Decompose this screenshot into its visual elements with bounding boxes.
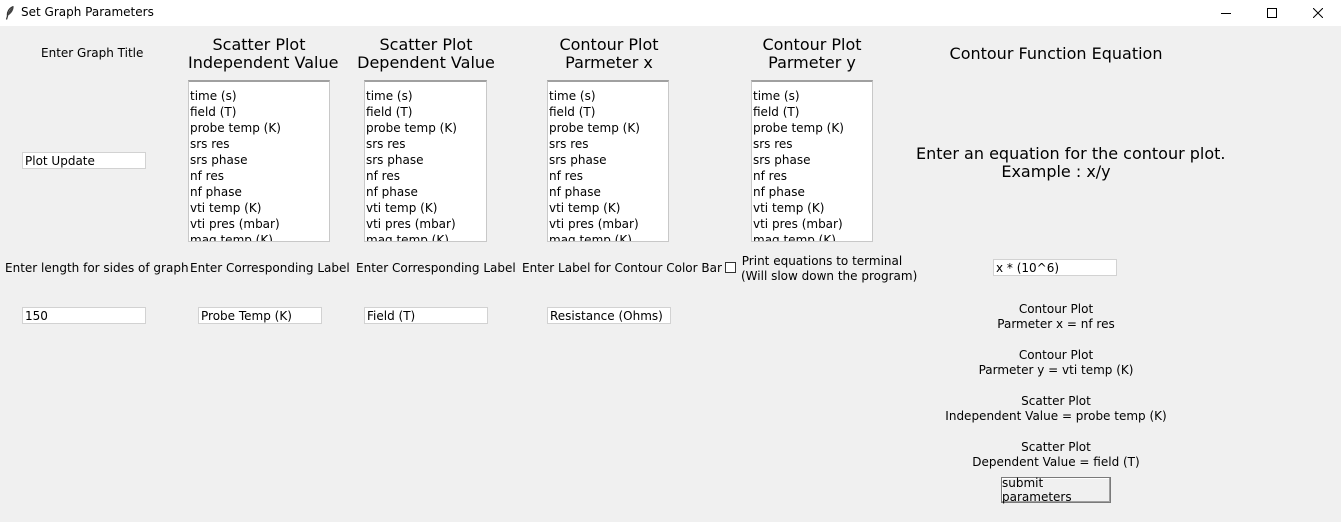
- list-item[interactable]: vti pres (mbar): [548, 216, 668, 232]
- list-item[interactable]: srs phase: [548, 152, 668, 168]
- list-item[interactable]: mag temp (K): [365, 232, 486, 241]
- scatter-independent-label-input[interactable]: Probe Temp (K): [198, 307, 322, 324]
- scatter-dependent-listbox[interactable]: time (s) field (T) probe temp (K) srs re…: [364, 80, 487, 242]
- contour-equation-heading: Contour Function Equation: [949, 44, 1163, 63]
- list-item[interactable]: field (T): [365, 104, 486, 120]
- side-length-input[interactable]: 150: [22, 307, 146, 324]
- scatter-dependent-heading: Scatter Plot Dependent Value: [357, 35, 495, 72]
- list-item[interactable]: nf res: [548, 168, 668, 184]
- window-titlebar: Set Graph Parameters: [0, 0, 1341, 26]
- list-item[interactable]: vti pres (mbar): [189, 216, 329, 232]
- print-equations-label: Print equations to terminal (Will slow d…: [741, 254, 918, 283]
- close-icon: [1313, 8, 1323, 18]
- list-item[interactable]: vti temp (K): [548, 200, 668, 216]
- maximize-button[interactable]: [1249, 0, 1295, 26]
- minimize-icon: [1221, 8, 1231, 18]
- list-item[interactable]: nf res: [365, 168, 486, 184]
- list-item[interactable]: time (s): [548, 88, 668, 104]
- list-item[interactable]: time (s): [752, 88, 872, 104]
- maximize-icon: [1267, 8, 1277, 18]
- minimize-button[interactable]: [1203, 0, 1249, 26]
- list-item[interactable]: nf phase: [548, 184, 668, 200]
- contour-x-listbox[interactable]: time (s) field (T) probe temp (K) srs re…: [547, 80, 669, 242]
- scatter-independent-heading: Scatter Plot Independent Value: [188, 35, 339, 72]
- list-item[interactable]: time (s): [189, 88, 329, 104]
- list-item[interactable]: nf phase: [365, 184, 486, 200]
- list-item[interactable]: field (T): [752, 104, 872, 120]
- list-item[interactable]: srs res: [752, 136, 872, 152]
- list-item[interactable]: srs res: [548, 136, 668, 152]
- list-item[interactable]: field (T): [189, 104, 329, 120]
- list-item[interactable]: probe temp (K): [752, 120, 872, 136]
- scatter-dependent-label-input[interactable]: Field (T): [364, 307, 488, 324]
- list-item[interactable]: nf res: [189, 168, 329, 184]
- scatter-independent-label-prompt: Enter Corresponding Label: [190, 261, 350, 275]
- side-length-label: Enter length for sides of graph: [5, 261, 189, 275]
- summary-scatter-independent: Scatter Plot Independent Value = probe t…: [945, 394, 1167, 423]
- print-equations-checkbox[interactable]: [725, 262, 736, 273]
- list-item[interactable]: srs res: [365, 136, 486, 152]
- contour-x-heading: Contour Plot Parmeter x: [559, 35, 659, 72]
- list-item[interactable]: time (s): [365, 88, 486, 104]
- summary-contour-x: Contour Plot Parmeter x = nf res: [997, 302, 1115, 331]
- contour-y-heading: Contour Plot Parmeter y: [762, 35, 862, 72]
- list-item[interactable]: vti temp (K): [365, 200, 486, 216]
- close-button[interactable]: [1295, 0, 1341, 26]
- list-item[interactable]: nf res: [752, 168, 872, 184]
- contour-equation-input[interactable]: x * (10^6): [993, 259, 1117, 276]
- list-item[interactable]: probe temp (K): [189, 120, 329, 136]
- list-item[interactable]: field (T): [548, 104, 668, 120]
- contour-color-bar-label-prompt: Enter Label for Contour Color Bar: [522, 261, 722, 275]
- list-item[interactable]: srs res: [189, 136, 329, 152]
- summary-scatter-dependent: Scatter Plot Dependent Value = field (T): [972, 440, 1140, 469]
- list-item[interactable]: srs phase: [752, 152, 872, 168]
- list-item[interactable]: mag temp (K): [189, 232, 329, 241]
- list-item[interactable]: nf phase: [189, 184, 329, 200]
- list-item[interactable]: mag temp (K): [752, 232, 872, 241]
- list-item[interactable]: vti temp (K): [189, 200, 329, 216]
- list-item[interactable]: nf phase: [752, 184, 872, 200]
- list-item[interactable]: vti pres (mbar): [752, 216, 872, 232]
- scatter-dependent-label-prompt: Enter Corresponding Label: [356, 261, 516, 275]
- list-item[interactable]: srs phase: [189, 152, 329, 168]
- contour-color-bar-label-input[interactable]: Resistance (Ohms): [547, 307, 671, 324]
- window-title: Set Graph Parameters: [21, 5, 154, 19]
- scatter-independent-listbox[interactable]: time (s) field (T) probe temp (K) srs re…: [188, 80, 330, 242]
- summary-contour-y: Contour Plot Parmeter y = vti temp (K): [978, 348, 1134, 377]
- list-item[interactable]: vti pres (mbar): [365, 216, 486, 232]
- list-item[interactable]: vti temp (K): [752, 200, 872, 216]
- graph-title-input[interactable]: Plot Update: [22, 152, 146, 169]
- graph-title-label: Enter Graph Title: [41, 46, 144, 60]
- list-item[interactable]: srs phase: [365, 152, 486, 168]
- list-item[interactable]: probe temp (K): [548, 120, 668, 136]
- contour-y-listbox[interactable]: time (s) field (T) probe temp (K) srs re…: [751, 80, 873, 242]
- list-item[interactable]: probe temp (K): [365, 120, 486, 136]
- contour-equation-prompt: Enter an equation for the contour plot. …: [916, 144, 1226, 181]
- submit-parameters-button[interactable]: submit parameters: [1001, 476, 1111, 504]
- feather-icon: [5, 5, 15, 20]
- list-item[interactable]: mag temp (K): [548, 232, 668, 241]
